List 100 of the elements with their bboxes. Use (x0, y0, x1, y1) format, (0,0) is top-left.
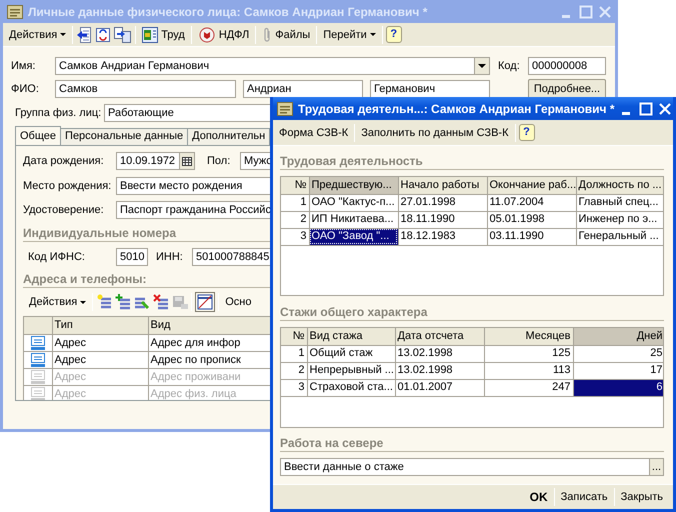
column-header[interactable]: № (281, 328, 307, 345)
dialog-button[interactable]: Закрыть (614, 487, 669, 507)
address-icon (30, 369, 46, 384)
table-cell[interactable]: Адрес (52, 351, 148, 368)
add-row-icon[interactable] (115, 294, 132, 310)
name-combo[interactable]: Самков Андриан Германович (55, 57, 490, 75)
table-cell[interactable]: Общий стаж (307, 345, 395, 362)
table-cell[interactable]: Адрес (52, 334, 148, 351)
section-title: Стажи общего характера (280, 305, 664, 321)
column-header[interactable]: Вид (148, 317, 271, 334)
section-title: Работа на севере (280, 436, 664, 452)
dropdown-button[interactable] (474, 58, 489, 74)
table-cell[interactable]: ОАО "Кактус-п... (309, 194, 398, 211)
form-button[interactable]: Форма СЗВ-К (276, 122, 352, 142)
table-cell[interactable]: 18.12.1983 (398, 228, 487, 245)
column-header[interactable]: Дней (573, 328, 663, 345)
tab[interactable]: Общее (15, 126, 62, 145)
help-button[interactable]: ? (386, 26, 402, 43)
caret-icon (80, 300, 86, 304)
address-icon (30, 335, 46, 350)
table-cell[interactable]: ОАО "Завод "... (309, 228, 398, 245)
table-cell[interactable]: Инженер по э... (576, 211, 663, 228)
inn-field[interactable]: 501000788845 (192, 248, 272, 266)
table-cell[interactable]: 3 (281, 228, 309, 245)
field-label: Код ИФНС: (28, 251, 86, 263)
column-header[interactable]: Дата отсчета (395, 328, 484, 345)
table-cell[interactable]: 1 (281, 345, 307, 362)
refresh-icon[interactable] (95, 26, 112, 42)
id-document-field[interactable]: Паспорт гражданина Российс (116, 201, 272, 219)
north-field[interactable]: Ввести данные о стаже ... (280, 458, 664, 476)
table-cell[interactable]: ИП Никитаева... (309, 211, 398, 228)
table-cell[interactable]: Страховой ста... (307, 379, 395, 396)
column-header[interactable]: Начало работы (398, 177, 487, 194)
ifns-code-field[interactable]: 5010 (116, 248, 148, 266)
birth-place-field[interactable]: Ввести место рождения (116, 177, 272, 195)
table-cell[interactable]: 3 (281, 379, 307, 396)
table-cell[interactable]: 03.11.1990 (487, 228, 576, 245)
go-to-menu[interactable]: Перейти (320, 24, 379, 44)
table-cell[interactable]: 11.07.2004 (487, 194, 576, 211)
documents-icon[interactable] (114, 26, 132, 42)
labor-button[interactable]: Труд (139, 24, 188, 44)
group-field[interactable]: Работающие (104, 104, 272, 122)
table-cell[interactable]: 125 (484, 345, 573, 362)
field-label: Пол: (207, 155, 232, 167)
patronymic-field[interactable]: Германович (370, 80, 490, 98)
calendar-icon (182, 156, 192, 166)
details-button[interactable]: Подробнее... (528, 79, 606, 99)
column-header[interactable]: Должность по ... (576, 177, 663, 194)
code-field[interactable]: 000000008 (528, 57, 606, 75)
select-button[interactable]: ... (649, 459, 663, 475)
column-header[interactable]: Предшествую... (309, 177, 398, 194)
column-header[interactable]: Окончание раб... (487, 177, 576, 194)
table-cell[interactable]: 01.01.2007 (395, 379, 484, 396)
tab[interactable]: Персональные данные (60, 128, 188, 145)
table-cell[interactable]: 13.02.1998 (395, 362, 484, 379)
document-arrow-icon[interactable] (76, 26, 92, 42)
table-cell[interactable]: 2 (281, 362, 307, 379)
first-name-field[interactable]: Андриан (243, 80, 363, 98)
table-cell[interactable]: 17 (573, 362, 663, 379)
field-label: ФИО: (11, 83, 40, 95)
new-row-icon[interactable] (96, 294, 112, 310)
table-cell[interactable]: Генеральный ... (576, 228, 663, 245)
toolbar-button[interactable]: Осно (222, 292, 254, 312)
files-button[interactable]: Файлы (259, 24, 314, 44)
column-header[interactable]: № (281, 177, 309, 194)
table-cell[interactable]: 113 (484, 362, 573, 379)
table-cell[interactable]: 05.01.1998 (487, 211, 576, 228)
paperclip-icon (262, 26, 272, 42)
calendar-button[interactable] (179, 153, 194, 169)
dialog-button[interactable]: OK (524, 487, 554, 507)
table-cell[interactable]: 6 (573, 379, 663, 396)
delete-row-icon[interactable] (153, 294, 170, 310)
table-cell[interactable]: 25 (573, 345, 663, 362)
table-cell[interactable]: 27.01.1998 (398, 194, 487, 211)
actions-menu[interactable]: Действия (6, 24, 70, 44)
ndfl-button[interactable]: НДФЛ (194, 24, 252, 44)
form-icon (277, 102, 293, 116)
tab[interactable]: Дополнительн (187, 128, 270, 145)
date-field[interactable]: 10.09.1972 (116, 152, 195, 170)
emblem-icon (198, 26, 216, 42)
column-header[interactable]: Месяцев (484, 328, 573, 345)
table-cell[interactable]: 13.02.1998 (395, 345, 484, 362)
table-cell[interactable]: 2 (281, 211, 309, 228)
table-cell[interactable]: Непрерывный ... (307, 362, 395, 379)
toggle-icon[interactable] (195, 292, 216, 312)
window-title: Личные данные физического лица: Самков Андриан Германович * (28, 4, 428, 18)
fill-button[interactable]: Заполнить по данным СЗВ-К (358, 122, 512, 142)
field-label: ИНН: (156, 251, 184, 263)
section-title: Трудовая деятельность (280, 154, 664, 170)
table-cell[interactable]: Главный спец... (576, 194, 663, 211)
help-button[interactable]: ? (518, 124, 534, 141)
column-header[interactable]: Тип (52, 317, 148, 334)
dialog-button[interactable]: Записать (554, 487, 614, 507)
column-header[interactable]: Вид стажа (307, 328, 395, 345)
actions-menu[interactable]: Действия (26, 292, 90, 312)
table-cell[interactable]: 18.11.1990 (398, 211, 487, 228)
table-cell[interactable]: 1 (281, 194, 309, 211)
field-label: Удостоверение: (23, 204, 105, 216)
surname-field[interactable]: Самков (55, 80, 236, 98)
table-cell[interactable]: 247 (484, 379, 573, 396)
